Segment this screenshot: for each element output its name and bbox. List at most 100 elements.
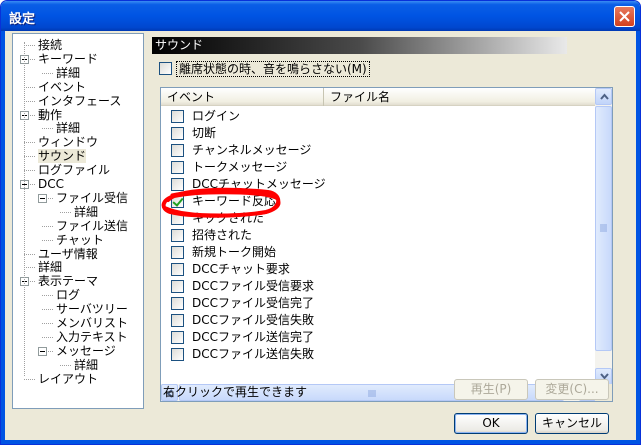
tree-item[interactable]: ウィンドウ (38, 135, 98, 149)
list-item[interactable]: DCCファイル送信失敗 (161, 346, 596, 363)
event-checkbox[interactable] (171, 348, 184, 361)
event-label: チャンネルメッセージ (192, 143, 312, 157)
play-button[interactable]: 再生(P) (454, 379, 528, 400)
list-item[interactable]: DCCファイル受信完了 (161, 295, 596, 312)
close-icon (619, 11, 630, 22)
title-bar[interactable]: 設定 (1, 1, 640, 31)
tree-connector (24, 253, 35, 255)
tree-item[interactable]: ログ (56, 288, 80, 302)
window-title: 設定 (9, 12, 36, 27)
tree-item[interactable]: インタフェース (38, 94, 121, 108)
list-item[interactable]: 新規トーク開始 (161, 244, 596, 261)
grip-icon (368, 390, 376, 397)
tree-item[interactable]: 入力テキスト (56, 330, 128, 344)
event-label: DCCファイル受信要求 (192, 279, 314, 293)
column-header-event[interactable]: イベント (161, 88, 324, 106)
event-label: 新規トーク開始 (192, 245, 277, 259)
list-item[interactable]: DCCファイル受信失敗 (161, 312, 596, 329)
tree-item[interactable]: レイアウト (38, 372, 98, 386)
away-mute-checkbox[interactable] (159, 62, 172, 75)
dialog-body: 接続 キーワード 詳細 イベント インタフェース 動作 詳細 ウィンドウ サウンド ログファイル D… (5, 31, 636, 442)
tree-connector (24, 142, 35, 144)
tree-item[interactable]: ユーザ情報 (38, 247, 98, 261)
tree-connector (42, 239, 53, 241)
close-button[interactable] (614, 6, 635, 27)
tree-trunk (24, 42, 25, 376)
list-item[interactable]: DCCファイル受信要求 (161, 278, 596, 295)
tree-collapse-toggle[interactable] (38, 193, 47, 203)
event-checkbox[interactable] (171, 246, 184, 259)
tree-connector (24, 156, 35, 158)
event-label: DCCファイル送信失敗 (192, 347, 314, 361)
vertical-scroll-thumb[interactable] (595, 106, 612, 351)
cancel-button[interactable]: キャンセル (535, 413, 609, 434)
tree-item[interactable]: 詳細 (74, 358, 98, 372)
tree-item[interactable]: 接続 (38, 38, 62, 52)
tree-item[interactable]: イベント (38, 80, 86, 94)
tree-connector (42, 309, 53, 311)
column-header-filename[interactable]: ファイル名 (324, 88, 596, 106)
event-label: トークメッセージ (192, 160, 288, 174)
window-frame-right (636, 31, 640, 444)
event-checkbox[interactable] (171, 280, 184, 293)
event-checkbox[interactable] (171, 127, 184, 140)
tree-connector (42, 336, 53, 338)
tree-item[interactable]: ファイル送信 (56, 219, 128, 233)
event-checkbox[interactable] (171, 229, 184, 242)
list-item[interactable]: トークメッセージ (161, 159, 596, 176)
section-header: サウンド (152, 37, 567, 54)
tree-item[interactable]: メンバリスト (56, 316, 128, 330)
event-label: DCCファイル送信完了 (192, 330, 314, 344)
tree-item[interactable]: 詳細 (74, 205, 98, 219)
tree-item[interactable]: チャット (56, 233, 104, 247)
vertical-scrollbar[interactable] (595, 88, 612, 385)
event-checkbox[interactable] (171, 297, 184, 310)
tree-item[interactable]: 動作 (38, 108, 62, 122)
tree-connector (24, 45, 35, 46)
list-item[interactable]: ログイン (161, 108, 596, 125)
tree-collapse-toggle[interactable] (38, 346, 47, 356)
scroll-up-button[interactable] (595, 88, 612, 105)
list-item[interactable]: 切断 (161, 125, 596, 142)
event-label: DCCチャット要求 (192, 262, 290, 276)
tree-item[interactable]: 表示テーマ (38, 274, 98, 288)
tree-item[interactable]: DCC (38, 177, 64, 191)
tree-connector (24, 100, 35, 102)
event-checkbox[interactable] (171, 110, 184, 123)
list-item[interactable]: 招待された (161, 227, 596, 244)
chevron-up-icon (600, 93, 609, 100)
tree-connector (42, 128, 53, 130)
tree-item[interactable]: ファイル受信 (56, 191, 128, 205)
event-checkbox[interactable] (171, 314, 184, 327)
event-label: 招待された (192, 228, 253, 242)
tree-item[interactable]: サウンド (38, 149, 87, 164)
settings-tree[interactable]: 接続 キーワード 詳細 イベント インタフェース 動作 詳細 ウィンドウ サウンド ログファイル D… (12, 33, 144, 409)
event-label: ログイン (192, 109, 241, 123)
event-checkbox[interactable] (171, 144, 184, 157)
tree-connector (42, 323, 53, 324)
grip-icon (600, 224, 607, 232)
list-item[interactable]: DCCチャット要求 (161, 261, 596, 278)
event-checkbox[interactable] (171, 331, 184, 344)
tree-item[interactable]: 詳細 (56, 66, 80, 80)
tree-item[interactable]: 詳細 (56, 121, 80, 135)
ok-button[interactable]: OK (454, 413, 528, 434)
tree-connector (60, 364, 71, 366)
tree-item[interactable]: ログファイル (38, 163, 110, 177)
tree-item[interactable]: キーワード (38, 52, 98, 66)
sound-event-list[interactable]: イベント ファイル名 ログイン切断チャンネルメッセージ トークメッセージ DCCチャ… (160, 87, 613, 402)
away-mute-label[interactable]: 離席状態の時、音を鳴らさない(M) (176, 61, 370, 77)
event-checkbox[interactable] (171, 263, 184, 276)
change-button[interactable]: 変更(C)... (535, 379, 609, 400)
tree-item[interactable]: メッセージ (56, 344, 116, 358)
tree-connector (24, 170, 35, 172)
event-label: 切断 (192, 126, 217, 140)
list-item[interactable]: DCCファイル送信完了 (161, 329, 596, 346)
tree-connector (24, 378, 35, 380)
event-checkbox[interactable] (171, 161, 184, 174)
list-item[interactable]: チャンネルメッセージ (161, 142, 596, 159)
tree-item[interactable]: 詳細 (38, 260, 62, 274)
tree-connector (24, 86, 35, 88)
tree-item[interactable]: サーバツリー (56, 302, 128, 316)
red-highlight-scribble (161, 187, 281, 218)
